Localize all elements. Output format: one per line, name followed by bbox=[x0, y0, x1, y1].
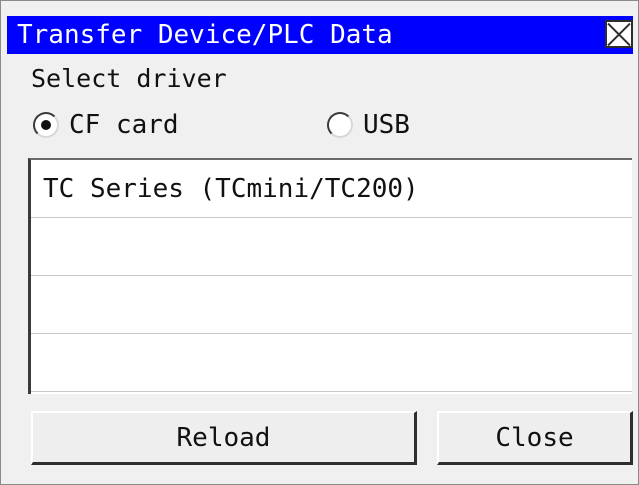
transfer-dialog: Transfer Device/PLC Data Select driver C… bbox=[0, 0, 639, 485]
close-button[interactable]: Close bbox=[437, 411, 633, 465]
close-x-icon[interactable] bbox=[605, 20, 633, 48]
radio-cf-card-label: CF card bbox=[69, 110, 179, 140]
driver-listbox[interactable]: TC Series (TCmini/TC200) bbox=[28, 158, 632, 394]
radio-usb[interactable]: USB bbox=[327, 110, 410, 140]
radio-checked-icon bbox=[33, 112, 59, 138]
list-item[interactable] bbox=[31, 276, 632, 334]
radio-cf-card[interactable]: CF card bbox=[33, 110, 179, 140]
list-item[interactable] bbox=[31, 218, 632, 276]
window-title: Transfer Device/PLC Data bbox=[17, 20, 393, 50]
radio-usb-label: USB bbox=[363, 110, 410, 140]
list-item[interactable]: TC Series (TCmini/TC200) bbox=[31, 160, 632, 218]
radio-unchecked-icon bbox=[327, 112, 353, 138]
list-item[interactable] bbox=[31, 334, 632, 392]
reload-button[interactable]: Reload bbox=[31, 411, 417, 465]
select-driver-label: Select driver bbox=[31, 64, 227, 93]
title-bar: Transfer Device/PLC Data bbox=[7, 16, 633, 54]
